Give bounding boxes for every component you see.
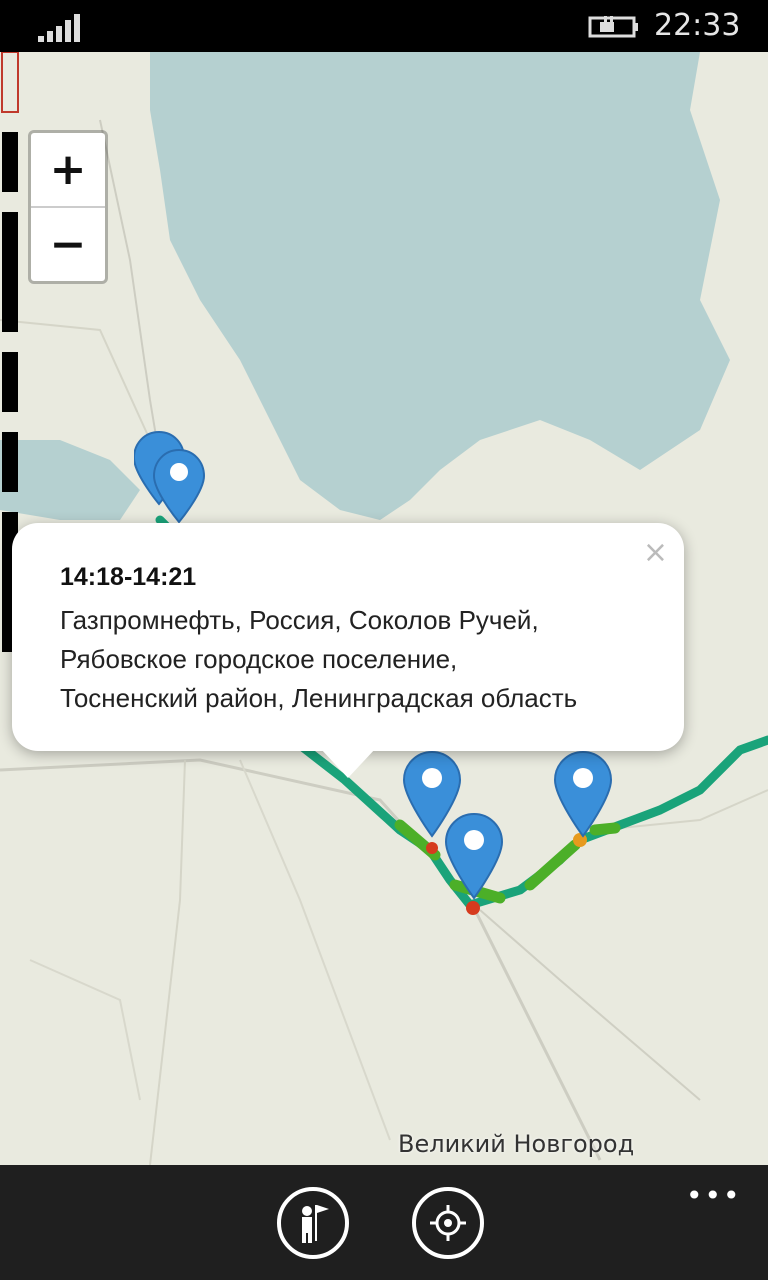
- app-bar: •••: [0, 1165, 768, 1280]
- zoom-control: + −: [28, 130, 108, 284]
- signal-strength-icon: [38, 14, 80, 42]
- address-line: Рябовское городское поселение,: [60, 644, 458, 674]
- status-bar: 22:33: [0, 0, 768, 52]
- zoom-out-button[interactable]: −: [31, 208, 105, 281]
- battery-charging-icon: [588, 16, 638, 38]
- map-marker[interactable]: [553, 750, 613, 842]
- traveler-flag-icon: [302, 1205, 329, 1243]
- city-label: Великий Новгород: [398, 1130, 635, 1158]
- map-marker-cluster[interactable]: [134, 430, 224, 530]
- status-time: 22:33: [654, 8, 741, 43]
- map-marker[interactable]: [444, 812, 504, 904]
- address-line: Тосненский район, Ленинградская область: [60, 683, 578, 713]
- zoom-in-button[interactable]: +: [31, 133, 105, 208]
- more-options-button[interactable]: •••: [686, 1179, 742, 1212]
- popup-time-range: 14:18-14:21: [60, 563, 197, 591]
- traveler-flag-button[interactable]: [277, 1187, 349, 1259]
- popup-address: Газпромнефть, Россия, Соколов Ручей, Ряб…: [60, 601, 660, 718]
- address-line: Газпромнефть, Россия, Соколов Ручей,: [60, 605, 539, 635]
- close-icon[interactable]: ×: [643, 535, 668, 570]
- locate-me-icon: [430, 1205, 466, 1241]
- locate-me-button[interactable]: [412, 1187, 484, 1259]
- location-popup: × 14:18-14:21 Газпромнефть, Россия, Соко…: [12, 523, 684, 751]
- popup-tip: [320, 748, 376, 778]
